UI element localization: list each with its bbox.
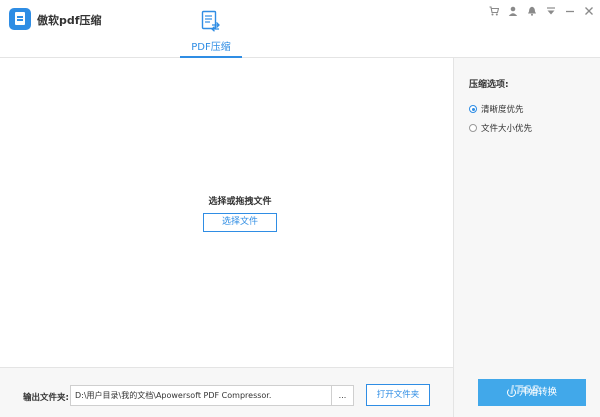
- title-bar: 傲软pdf压缩 PDF压缩: [0, 0, 600, 58]
- close-icon[interactable]: [584, 6, 594, 16]
- option-clarity-priority[interactable]: 清晰度优先: [469, 103, 524, 115]
- bell-icon[interactable]: [527, 6, 537, 16]
- compression-options-panel: 压缩选项: 清晰度优先 文件大小优先: [453, 58, 600, 417]
- radio-unchecked[interactable]: [469, 124, 477, 132]
- cart-icon[interactable]: [489, 6, 499, 16]
- open-folder-button[interactable]: 打开文件夹: [366, 384, 430, 406]
- start-button-label: 开始转换: [518, 387, 557, 398]
- compression-options-title: 压缩选项:: [469, 80, 509, 90]
- option-label: 清晰度优先: [481, 105, 524, 115]
- app-title: 傲软pdf压缩: [37, 14, 102, 27]
- user-icon[interactable]: [508, 6, 518, 16]
- output-bar: 输出文件夹: D:\用户目录\我的文档\Apowersoft PDF Compr…: [0, 367, 453, 417]
- window-controls: [489, 4, 594, 18]
- tab-pdf-compress[interactable]: PDF压缩: [180, 6, 242, 58]
- option-label: 文件大小优先: [481, 124, 533, 134]
- start-convert-button[interactable]: 开始转换: [478, 379, 586, 406]
- choose-file-button[interactable]: 选择文件: [203, 213, 277, 232]
- refresh-icon: [506, 388, 516, 397]
- minimize-icon[interactable]: [565, 6, 575, 16]
- option-size-priority[interactable]: 文件大小优先: [469, 122, 532, 134]
- browse-button[interactable]: ...: [332, 385, 354, 406]
- pdf-compress-icon: [201, 10, 220, 32]
- menu-dropdown-icon[interactable]: [546, 6, 556, 16]
- radio-checked[interactable]: [469, 105, 477, 113]
- output-path-field[interactable]: D:\用户目录\我的文档\Apowersoft PDF Compressor.: [70, 385, 332, 406]
- output-folder-label: 输出文件夹:: [23, 393, 69, 403]
- tab-label: PDF压缩: [191, 42, 231, 53]
- pdf-logo-icon: [9, 8, 31, 30]
- file-drop-area[interactable]: 选择或拖拽文件 选择文件: [0, 58, 453, 367]
- drop-hint-text: 选择或拖拽文件: [208, 197, 272, 207]
